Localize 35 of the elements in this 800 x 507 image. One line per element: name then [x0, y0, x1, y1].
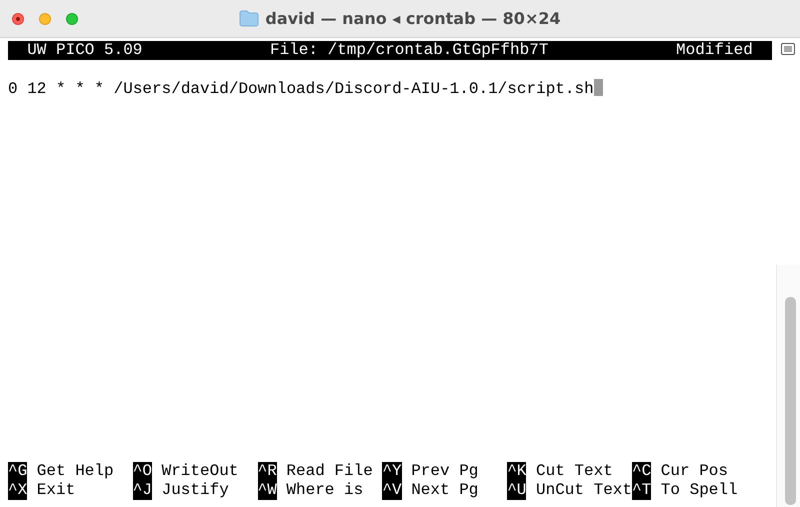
- shortcut-key: ^V: [382, 481, 402, 500]
- shortcut-label: WriteOut: [162, 462, 238, 481]
- file-name: File: /tmp/crontab.GtGpFfhb7T: [270, 41, 548, 60]
- shortcut-label: Justify: [162, 481, 229, 500]
- shortcut-label: Prev Pg: [411, 462, 478, 481]
- shortcut-label: To Spell: [660, 481, 738, 500]
- shortcut-label: UnCut Text: [536, 481, 632, 500]
- shortcut-label: Cut Text: [536, 462, 613, 481]
- shortcut-key: ^X: [8, 481, 28, 500]
- shortcut-key: ^U: [507, 481, 526, 500]
- code-line: 0 12 * * * /Users/david/Downloads/Discord-AIU-1.0.1/script.sh: [8, 80, 594, 98]
- shortcut-key: ^T: [632, 481, 652, 500]
- shortcut-label: Read File: [286, 462, 373, 481]
- close-button[interactable]: [12, 12, 24, 24]
- shortcut-key: ^R: [258, 462, 277, 481]
- scroll-thumb[interactable]: [785, 297, 796, 505]
- shortcut-key: ^Y: [382, 462, 402, 481]
- shortcut-key: ^O: [132, 462, 152, 481]
- zoom-button[interactable]: [66, 12, 78, 24]
- modified-status: Modified: [676, 41, 753, 60]
- shortcut-key: ^K: [507, 462, 526, 481]
- shortcut-label: Get Help: [36, 462, 114, 481]
- shortcut-label: Cur Pos: [660, 462, 728, 481]
- folder-icon: [239, 10, 260, 27]
- shortcut-label: Where is: [286, 481, 364, 500]
- app-version: UW PICO 5.09: [27, 41, 142, 60]
- split-pane-icon[interactable]: [781, 43, 795, 55]
- shortcut-key: ^G: [8, 462, 28, 481]
- window-title: david — nano ◂ crontab — 80×24: [265, 9, 561, 28]
- shortcut-key: ^W: [258, 481, 277, 500]
- shortcut-key: ^J: [132, 481, 152, 500]
- minimize-button[interactable]: [39, 12, 51, 24]
- shortcut-key: ^C: [632, 462, 652, 481]
- shortcut-label: Next Pg: [411, 481, 478, 500]
- shortcut-label: Exit: [36, 481, 76, 500]
